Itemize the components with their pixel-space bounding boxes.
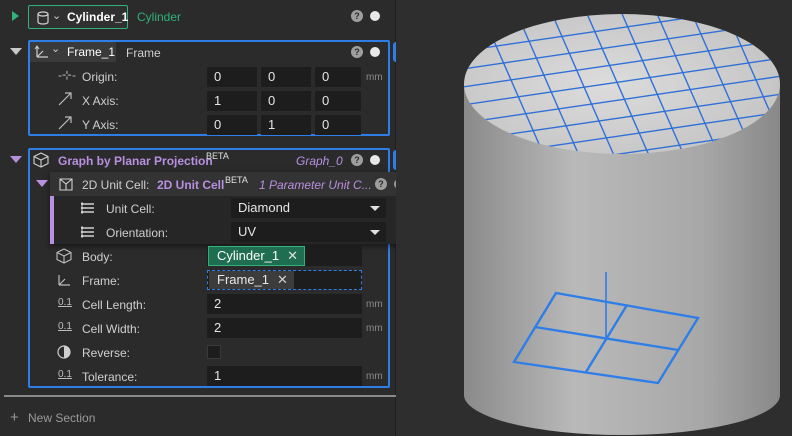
cylinder-render	[464, 14, 780, 435]
beta-badge: BETA	[206, 151, 229, 161]
origin-label: Origin:	[82, 70, 118, 84]
close-icon[interactable]: ✕	[287, 247, 298, 265]
help-icon[interactable]: ?	[351, 154, 363, 166]
xaxis-x-input[interactable]: 1	[207, 91, 257, 111]
parameter-icon: 0.1	[58, 321, 72, 332]
origin-y-input[interactable]: 0	[261, 67, 311, 87]
reverse-checkbox[interactable]	[207, 345, 221, 359]
unit-label: mm	[366, 323, 383, 334]
parameter-icon: 0.1	[58, 369, 72, 380]
origin-z-input[interactable]: 0	[315, 67, 361, 87]
unit-cell-icon	[58, 176, 74, 195]
frame-name-box[interactable]: ⌄ Frame_1	[30, 42, 116, 62]
xaxis-z-input[interactable]: 0	[315, 91, 361, 111]
unit-label: mm	[366, 72, 383, 83]
unit-cell-select-value: Diamond	[238, 200, 291, 215]
chevron-down-icon: ⌄	[51, 43, 61, 55]
contrast-icon	[57, 345, 71, 362]
axes-icon	[34, 44, 50, 63]
frame-collapse-toggle[interactable]	[10, 48, 22, 55]
list-icon	[81, 202, 95, 217]
frame-name: Frame_1	[67, 45, 116, 59]
parameter-icon: 0.1	[58, 297, 72, 308]
yaxis-y-input[interactable]: 1	[261, 115, 311, 135]
cylinder-name-box[interactable]: ⌄ Cylinder_1	[28, 5, 128, 29]
caret-down-icon	[370, 230, 380, 235]
body-label: Body:	[82, 250, 113, 264]
graph-title: Graph by Planar Projection	[58, 154, 213, 168]
body-icon	[56, 248, 72, 267]
yaxis-label: Y Axis:	[82, 118, 119, 132]
body-chip-label: Cylinder_1	[217, 248, 280, 263]
unit-cell-field-label: Unit Cell:	[106, 202, 155, 216]
cylinder-type-label: Cylinder	[137, 10, 182, 24]
orientation-select[interactable]: UV	[231, 222, 386, 242]
cell-length-label: Cell Length:	[82, 298, 147, 312]
cylinder-icon	[37, 11, 49, 28]
help-icon[interactable]: ?	[351, 10, 363, 22]
cylinder-name: Cylinder_1	[67, 10, 129, 24]
chevron-down-icon: ⌄	[52, 10, 62, 22]
graph-collapse-toggle[interactable]	[10, 156, 22, 163]
xaxis-label: X Axis:	[82, 94, 119, 108]
reverse-label: Reverse:	[82, 346, 131, 360]
cylinder-expand-toggle[interactable]	[12, 11, 19, 21]
section-divider	[4, 395, 396, 397]
close-icon[interactable]: ✕	[277, 271, 288, 289]
graph-name: Graph_0	[296, 154, 343, 168]
unit-cell-label: 2D Unit Cell:	[82, 178, 150, 192]
help-icon[interactable]: ?	[351, 46, 363, 58]
frame-chip-label: Frame_1	[217, 272, 270, 287]
visibility-dot-icon[interactable]	[370, 155, 380, 165]
unitcell-collapse-toggle[interactable]	[36, 180, 48, 187]
frame-type-label: Frame	[126, 46, 161, 60]
xaxis-y-input[interactable]: 0	[261, 91, 311, 111]
unit-cell-subtitle: 1 Parameter Unit C...	[259, 178, 372, 192]
arrow-up-right-icon	[57, 91, 73, 110]
yaxis-z-input[interactable]: 0	[315, 115, 361, 135]
list-icon	[81, 226, 95, 241]
frame-field-label: Frame:	[82, 274, 121, 288]
cell-width-label: Cell Width:	[82, 322, 141, 336]
unit-cell-title: 2D Unit Cell	[157, 178, 225, 192]
graph-cube-icon	[33, 152, 49, 171]
beta-badge: BETA	[225, 175, 248, 185]
origin-icon: -⊹-	[58, 68, 77, 82]
help-icon[interactable]: ?	[375, 178, 387, 190]
body-chip[interactable]: Cylinder_1 ✕	[208, 246, 306, 266]
orientation-label: Orientation:	[106, 226, 169, 240]
unit-label: mm	[366, 299, 383, 310]
cell-width-input[interactable]: 2	[207, 318, 362, 338]
3d-viewport[interactable]	[396, 0, 792, 436]
orientation-select-value: UV	[238, 224, 257, 239]
visibility-dot-icon[interactable]	[370, 11, 380, 21]
tolerance-input[interactable]: 1	[207, 366, 362, 386]
new-section-button[interactable]: New Section	[28, 411, 95, 425]
plus-icon: +	[10, 409, 19, 426]
cell-length-input[interactable]: 2	[207, 294, 362, 314]
visibility-dot-icon[interactable]	[370, 47, 380, 57]
frame-chip[interactable]: Frame_1 ✕	[209, 271, 294, 289]
yaxis-x-input[interactable]: 0	[207, 115, 257, 135]
unit-label: mm	[366, 371, 383, 382]
unit-cell-select[interactable]: Diamond	[231, 198, 386, 218]
origin-x-input[interactable]: 0	[207, 67, 257, 87]
caret-down-icon	[370, 206, 380, 211]
arrow-up-right-icon	[57, 115, 73, 134]
properties-panel: ⌄ Cylinder_1 Cylinder ? ⌄ Frame_1 Frame …	[0, 0, 413, 436]
tolerance-label: Tolerance:	[82, 370, 138, 384]
axes-icon	[56, 272, 72, 291]
unit-cell-subsection: 2D Unit Cell: 2D Unit Cell BETA 1 Parame…	[36, 172, 412, 244]
